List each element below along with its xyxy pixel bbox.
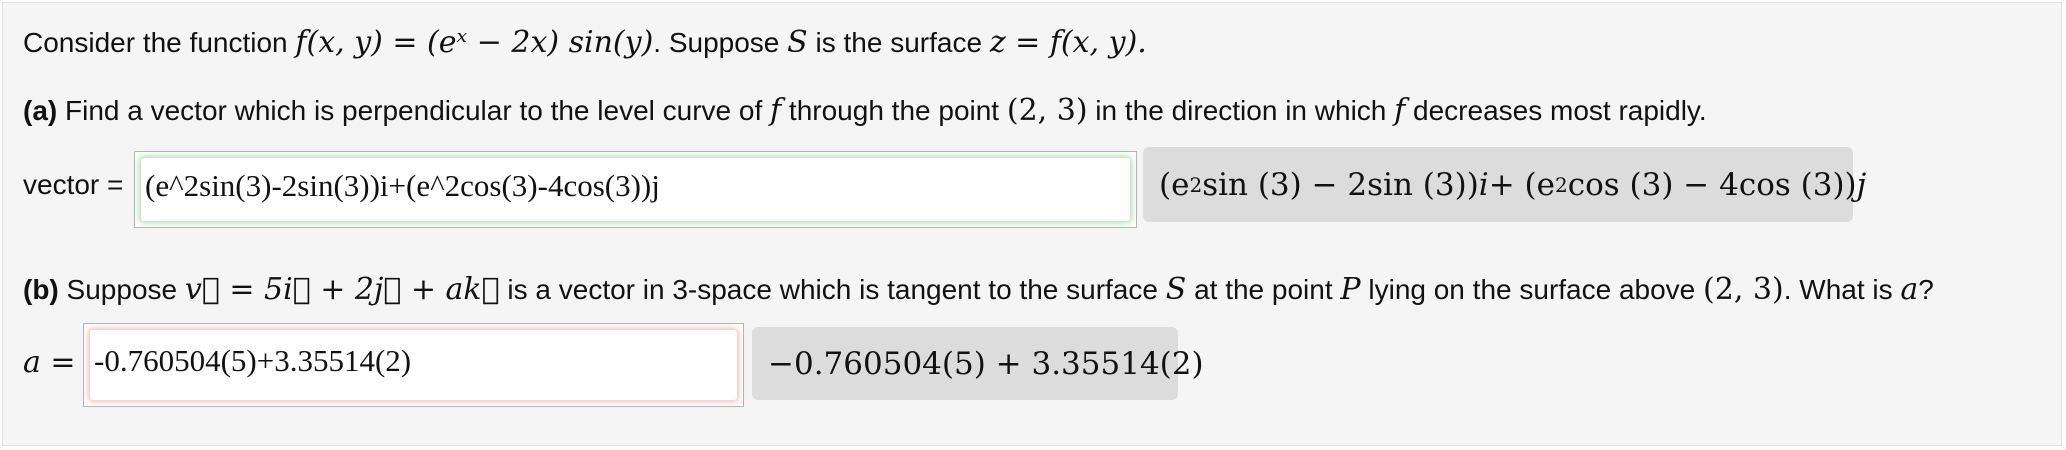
a-field-label: a = [23,345,76,381]
function-expression: f(x, y) = (eˣ − 2x) sin(y) [295,25,654,60]
part-a-question: (a) Find a vector which is perpendicular… [23,93,1707,129]
part-a-text-4: decreases most rapidly. [1405,95,1707,126]
a-preview: −0.760504(5) + 3.35514(2) [752,327,1204,400]
preview-j: j [1856,166,1867,203]
part-b-a-var: a [1900,272,1919,307]
a-label-var: a [23,345,41,380]
vector-preview: (e 2 sin (3) − 2sin (3)) i + (e 2 cos (3) − 4… [1143,147,1866,222]
part-a-text-1: Find a vector which is perpendicular to … [57,95,771,126]
part-a-text-2: through the point [781,95,1007,126]
surface-expression: z = f(x, y). [989,25,1147,60]
intro-text-middle: . Suppose [653,27,788,58]
vector-input-frame: (e^2sin(3)-2sin(3))i+(e^2cos(3)-4cos(3))… [134,151,1137,228]
problem-panel: Consider the function f(x, y) = (eˣ − 2x… [2,2,2062,446]
part-b-tag: (b) [23,274,59,305]
a-label-eq: = [40,345,76,380]
surface-variable: S [787,25,808,60]
preview-i: i [1478,166,1489,203]
part-b-text-3: at the point [1186,274,1341,305]
part-b-text-1: Suppose [58,274,185,305]
part-a-f: f [770,93,782,128]
part-a-f-2: f [1394,93,1406,128]
part-b-vector-expression: v⃗ = 5i⃗ + 2j⃗ + ak⃗ [184,272,500,307]
part-a-tag: (a) [23,95,58,126]
part-a-point: (2, 3) [1006,93,1088,128]
preview-part-1: (e [1159,166,1190,203]
part-b-text-5: . What is [1783,274,1901,305]
preview-part-3: + (e [1488,166,1555,203]
part-b-question: (b) Suppose v⃗ = 5i⃗ + 2j⃗ + ak⃗ is a ve… [23,272,1934,308]
preview-exp-2: 2 [1555,172,1568,197]
part-b-text-6: ? [1918,274,1934,305]
intro-text-after: is the surface [807,27,990,58]
intro-text-before: Consider the function [23,27,296,58]
intro-line: Consider the function f(x, y) = (eˣ − 2x… [23,25,1147,61]
part-a-text-3: in the direction in which [1087,95,1395,126]
part-b-point: (2, 3) [1703,272,1784,307]
part-b-point-var: P [1340,272,1361,307]
part-b-surface-var: S [1165,272,1187,307]
preview-part-2: sin (3) − 2sin (3)) [1202,166,1479,203]
preview-exp-1: 2 [1189,172,1203,197]
preview-part-4: cos (3) − 4cos (3)) [1567,166,1857,203]
part-b-text-4: lying on the surface above [1360,274,1704,305]
vector-input[interactable]: (e^2sin(3)-2sin(3))i+(e^2cos(3)-4cos(3))… [141,158,1130,221]
a-input[interactable]: -0.760504(5)+3.35514(2) [90,330,737,400]
a-input-frame: -0.760504(5)+3.35514(2) [83,323,744,407]
vector-field-label: vector = [23,169,124,200]
part-b-text-2: is a vector in 3-space which is tangent … [499,274,1166,305]
